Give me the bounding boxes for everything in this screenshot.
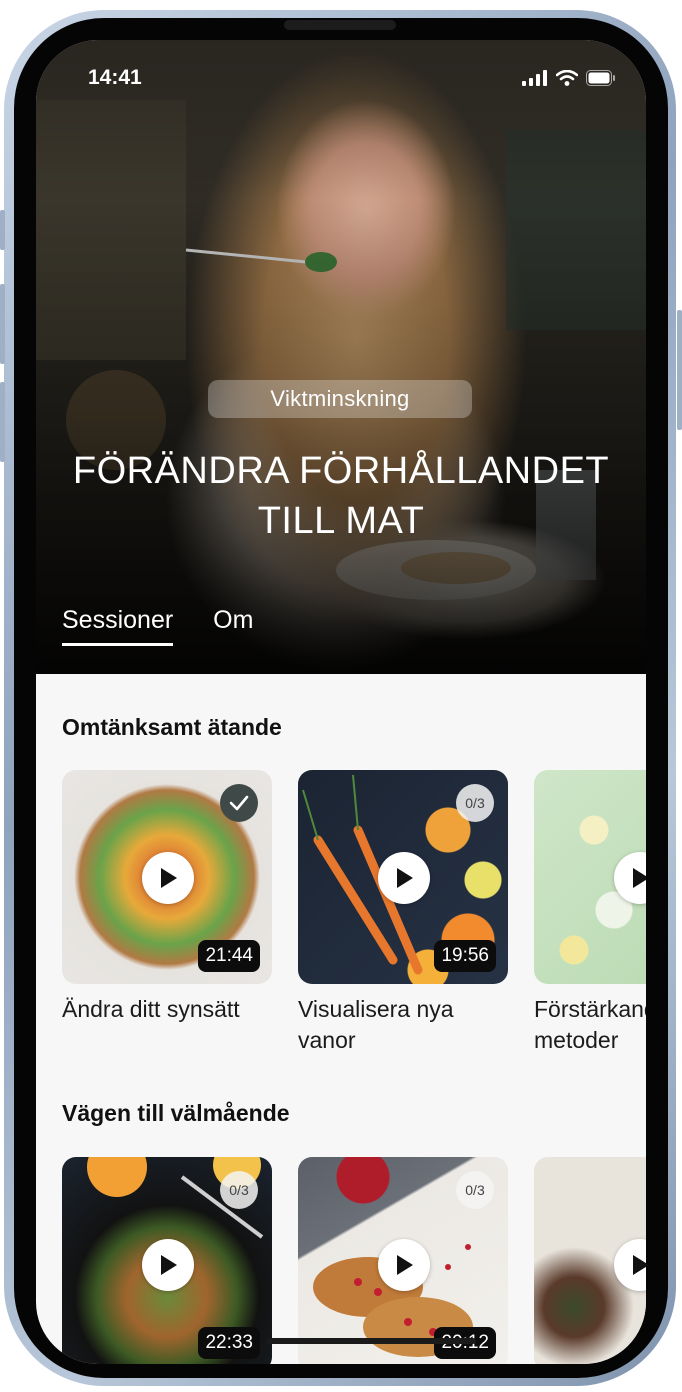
session-thumbnail[interactable]: 0/3 19:56 — [298, 770, 508, 984]
session-thumbnail[interactable] — [534, 770, 646, 984]
cellular-signal-icon — [522, 70, 547, 86]
status-bar: 14:41 — [36, 40, 646, 120]
session-title: Förstärkande metoder — [534, 996, 646, 1053]
play-icon[interactable] — [614, 1239, 646, 1291]
duration-badge: 22:33 — [198, 1327, 260, 1359]
program-title-line-2: TILL MAT — [257, 500, 425, 542]
progress-badge: 0/3 — [456, 784, 494, 822]
battery-icon — [586, 70, 615, 86]
silent-switch — [0, 210, 5, 250]
session-thumbnail[interactable]: 0/3 22:33 — [62, 1157, 272, 1364]
home-indicator[interactable] — [266, 1338, 476, 1344]
volume-up-button — [0, 284, 5, 364]
program-title-line-1: FÖRÄNDRA FÖRHÅLLANDET — [72, 450, 610, 492]
progress-badge: 0/3 — [456, 1171, 494, 1209]
session-thumbnail[interactable]: 0/3 20:12 — [298, 1157, 508, 1364]
completed-check-icon — [220, 784, 258, 822]
power-button — [677, 310, 682, 430]
section-title-mindful-eating: Omtänksamt ätande — [62, 714, 282, 740]
progress-badge: 0/3 — [220, 1171, 258, 1209]
status-icons — [522, 70, 616, 86]
session-card[interactable]: 0/3 20:12 — [298, 1157, 508, 1364]
play-icon[interactable] — [378, 1239, 430, 1291]
session-title: Visualisera nya vanor — [298, 996, 454, 1053]
session-card[interactable]: 0/3 22:33 — [62, 1157, 272, 1364]
hero-gradient-overlay — [36, 40, 646, 674]
session-card[interactable]: Förstärkande metoder — [534, 770, 646, 1056]
session-thumbnail[interactable]: 21:44 — [62, 770, 272, 984]
tab-about[interactable]: Om — [213, 606, 253, 643]
app-screen: 14:41 Viktminskning FÖRÄNDRA FÖRHÅLLANDE… — [36, 40, 646, 1364]
session-card[interactable]: 0/3 19:56 Visualisera nya vanor — [298, 770, 508, 1056]
duration-badge: 21:44 — [198, 940, 260, 972]
wifi-icon — [556, 70, 578, 86]
program-title: FÖRÄNDRA FÖRHÅLLANDET TILL MAT — [56, 446, 626, 546]
tab-bar: Sessioner Om — [62, 606, 253, 646]
session-thumbnail[interactable] — [534, 1157, 646, 1364]
hero-image: 14:41 Viktminskning FÖRÄNDRA FÖRHÅLLANDE… — [36, 40, 646, 674]
play-icon[interactable] — [142, 1239, 194, 1291]
session-card[interactable] — [534, 1157, 646, 1364]
session-title: Ändra ditt synsätt — [62, 996, 240, 1022]
section-title-path-to-wellbeing: Vägen till välmående — [62, 1100, 290, 1126]
tab-sessions[interactable]: Sessioner — [62, 606, 174, 646]
status-time: 14:41 — [88, 66, 142, 89]
play-icon[interactable] — [142, 852, 194, 904]
play-icon[interactable] — [614, 852, 646, 904]
category-tag: Viktminskning — [208, 380, 472, 418]
volume-down-button — [0, 382, 5, 462]
duration-badge: 19:56 — [434, 940, 496, 972]
speaker-grille — [284, 20, 396, 30]
session-card[interactable]: 21:44 Ändra ditt synsätt — [62, 770, 272, 1025]
play-icon[interactable] — [378, 852, 430, 904]
